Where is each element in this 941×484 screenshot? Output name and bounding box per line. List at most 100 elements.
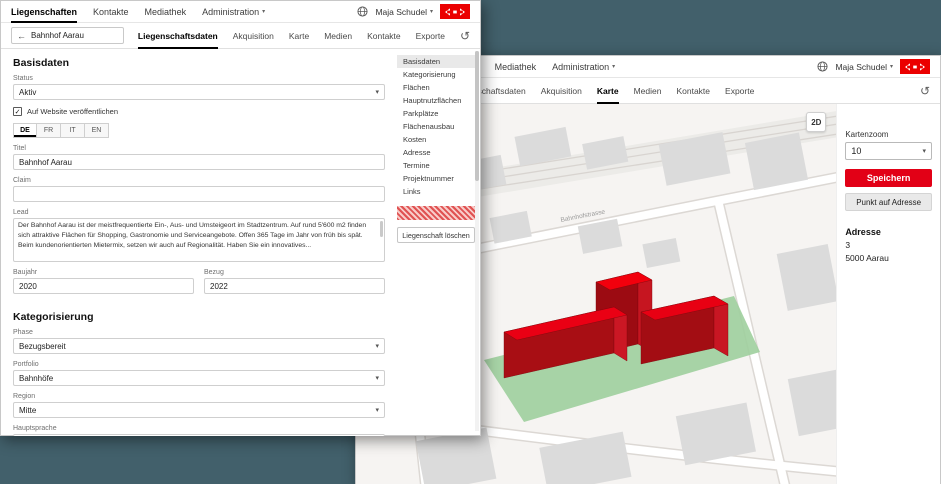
- titel-input[interactable]: Bahnhof Aarau: [13, 154, 385, 170]
- baujahr-label: Baujahr: [13, 269, 194, 276]
- tab-medien[interactable]: Medien: [324, 23, 352, 49]
- textarea-scrollbar[interactable]: [380, 221, 383, 237]
- titel-value: Bahnhof Aarau: [19, 158, 72, 167]
- baujahr-input[interactable]: 2020: [13, 278, 194, 294]
- chevron-down-icon: ▾: [375, 406, 379, 414]
- map-side-panel: Kartenzoom 10 ▾ Speichern Punkt auf Adre…: [836, 104, 940, 484]
- adresse-title: Adresse: [845, 227, 932, 237]
- adresse-line-1: 3: [845, 240, 932, 250]
- anchor-termine[interactable]: Termine: [397, 159, 475, 172]
- kartenzoom-label: Kartenzoom: [845, 130, 932, 139]
- region-value: Mitte: [19, 406, 36, 415]
- tab-akquisition[interactable]: Akquisition: [541, 78, 582, 104]
- portfolio-select[interactable]: Bahnhöfe ▾: [13, 370, 385, 386]
- phase-select[interactable]: Bezugsbereit ▾: [13, 338, 385, 354]
- back-arrow-icon: ←: [17, 31, 26, 41]
- bezug-field: Bezug 2022: [204, 269, 385, 294]
- tab-liegenschaftsdaten[interactable]: Liegenschaftsdaten: [138, 23, 218, 49]
- tab-karte[interactable]: Karte: [289, 23, 309, 49]
- status-select[interactable]: Aktiv ▾: [13, 84, 385, 100]
- tab-exporte[interactable]: Exporte: [725, 78, 754, 104]
- lang-tab-en[interactable]: EN: [85, 123, 109, 138]
- lead-field: Lead Der Bahnhof Aarau ist der meistfreq…: [13, 209, 385, 262]
- hauptsprache-select[interactable]: Deutsch ▾: [13, 434, 385, 436]
- sbb-arrows-icon: [444, 7, 466, 17]
- anchor-projektnummer[interactable]: Projektnummer: [397, 172, 475, 185]
- region-label: Region: [13, 393, 385, 400]
- bezug-label: Bezug: [204, 269, 385, 276]
- portfolio-value: Bahnhöfe: [19, 374, 53, 383]
- nav-item-mediathek[interactable]: Mediathek: [145, 1, 187, 23]
- sbb-logo: [440, 4, 470, 19]
- lead-label: Lead: [13, 209, 385, 216]
- phase-value: Bezugsbereit: [19, 342, 66, 351]
- tab-kontakte[interactable]: Kontakte: [367, 23, 401, 49]
- kartenzoom-select[interactable]: 10 ▾: [845, 142, 932, 160]
- punkt-auf-adresse-button[interactable]: Punkt auf Adresse: [845, 193, 932, 211]
- nav-item-mediathek[interactable]: Mediathek: [495, 56, 537, 78]
- lang-tab-fr[interactable]: FR: [37, 123, 61, 138]
- nav-item-kontakte[interactable]: Kontakte: [93, 1, 129, 23]
- status-field: Status Aktiv ▾: [13, 75, 385, 100]
- nav-item-administration[interactable]: Administration▾: [552, 56, 615, 78]
- anchor-kategorisierung[interactable]: Kategorisierung: [397, 68, 475, 81]
- lang-tab-it[interactable]: IT: [61, 123, 85, 138]
- section-title-basisdaten: Basisdaten: [13, 57, 385, 69]
- tab-medien[interactable]: Medien: [634, 78, 662, 104]
- nav-item-administration[interactable]: Administration▾: [202, 1, 265, 23]
- speichern-button[interactable]: Speichern: [845, 169, 932, 187]
- anchor-flaechenausbau[interactable]: Flächenausbau: [397, 120, 475, 133]
- language-tabs: DE FR IT EN: [13, 123, 385, 138]
- tab-exporte[interactable]: Exporte: [416, 23, 445, 49]
- scrollbar[interactable]: [475, 51, 479, 431]
- status-value: Aktiv: [19, 88, 36, 97]
- tab-karte[interactable]: Karte: [597, 78, 619, 104]
- chevron-down-icon: ▾: [375, 374, 379, 382]
- region-select[interactable]: Mitte ▾: [13, 402, 385, 418]
- history-reset-icon[interactable]: ↺: [460, 30, 470, 42]
- history-reset-icon[interactable]: ↺: [920, 85, 930, 97]
- bezug-value: 2022: [210, 282, 228, 291]
- map-2d-toggle-button[interactable]: 2D: [806, 112, 826, 132]
- user-name: Maja Schudel: [835, 62, 887, 72]
- tab-kontakte[interactable]: Kontakte: [676, 78, 710, 104]
- delete-property-button[interactable]: Liegenschaft löschen: [397, 227, 475, 243]
- chevron-down-icon: ▾: [262, 8, 265, 15]
- anchor-hauptnutzflaechen[interactable]: Hauptnutzflächen: [397, 94, 475, 107]
- anchor-links[interactable]: Links: [397, 185, 475, 198]
- tab-akquisition[interactable]: Akquisition: [233, 23, 274, 49]
- lead-value: Der Bahnhof Aarau ist der meistfrequenti…: [18, 222, 366, 249]
- hauptsprache-field: Hauptsprache Deutsch ▾: [13, 425, 385, 436]
- claim-label: Claim: [13, 177, 385, 184]
- lead-textarea[interactable]: Der Bahnhof Aarau ist der meistfrequenti…: [13, 218, 385, 262]
- property-search-input[interactable]: ← Bahnhof Aarau: [11, 27, 124, 44]
- claim-field: Claim: [13, 177, 385, 202]
- section-anchor-nav: Basisdaten Kategorisierung Flächen Haupt…: [397, 55, 475, 243]
- publish-checkbox-label: Auf Website veröffentlichen: [27, 107, 118, 116]
- user-menu[interactable]: Maja Schudel▾: [375, 7, 433, 17]
- globe-icon: [357, 6, 368, 17]
- section-title-kategorisierung: Kategorisierung: [13, 311, 385, 323]
- anchor-parkplaetze[interactable]: Parkplätze: [397, 107, 475, 120]
- lang-tab-de[interactable]: DE: [13, 123, 37, 138]
- user-menu[interactable]: Maja Schudel▾: [835, 62, 893, 72]
- claim-input[interactable]: [13, 186, 385, 202]
- sbb-arrows-icon: [904, 62, 926, 72]
- anchor-basisdaten[interactable]: Basisdaten: [397, 55, 475, 68]
- nav-item-label: Administration: [202, 7, 259, 17]
- region-field: Region Mitte ▾: [13, 393, 385, 418]
- anchor-kosten[interactable]: Kosten: [397, 133, 475, 146]
- anchor-adresse[interactable]: Adresse: [397, 146, 475, 159]
- portfolio-label: Portfolio: [13, 361, 385, 368]
- anchor-flaechen[interactable]: Flächen: [397, 81, 475, 94]
- nav-item-liegenschaften[interactable]: Liegenschaften: [11, 1, 77, 23]
- property-form-body: Basisdaten Status Aktiv ▾ ✓ Auf Website …: [1, 49, 480, 436]
- bezug-input[interactable]: 2022: [204, 278, 385, 294]
- delete-drop-zone: [397, 206, 475, 220]
- status-label: Status: [13, 75, 385, 82]
- globe-icon: [817, 61, 828, 72]
- scrollbar-thumb[interactable]: [475, 51, 479, 181]
- nav-item-label: Administration: [552, 62, 609, 72]
- baujahr-field: Baujahr 2020: [13, 269, 194, 294]
- publish-checkbox[interactable]: ✓: [13, 107, 22, 116]
